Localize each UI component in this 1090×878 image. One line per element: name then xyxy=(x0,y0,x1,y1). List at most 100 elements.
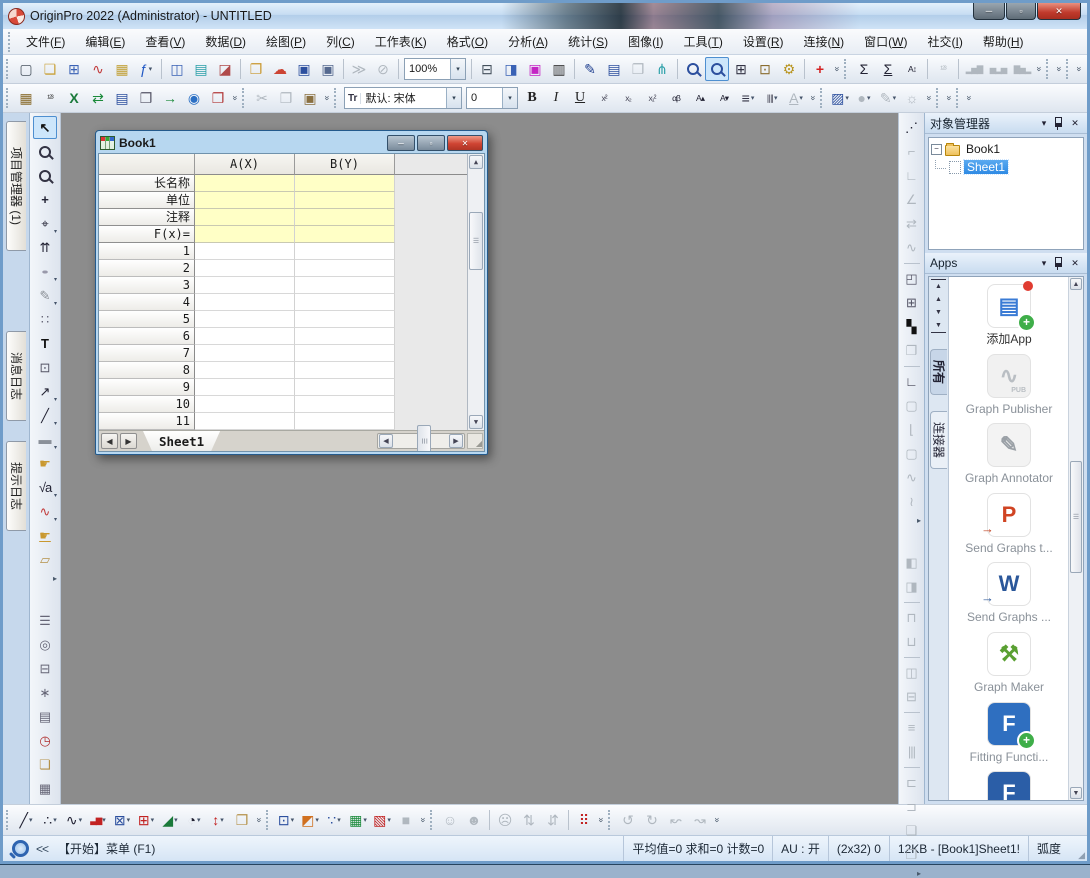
import-excel-button[interactable]: X xyxy=(62,86,86,110)
distribute-vertical-button[interactable]: ||| xyxy=(900,740,924,763)
add-bottom-axis-button[interactable]: ∟ xyxy=(900,164,924,187)
dropdown-arrow-icon[interactable]: ▾ xyxy=(387,816,391,824)
toolbar-overflow-button[interactable]: » xyxy=(919,93,941,104)
layout-main-panel-button[interactable]: ◰ xyxy=(900,267,924,290)
dropdown-arrow-icon[interactable]: ▾ xyxy=(54,396,57,403)
vertical-scroll-thumb[interactable]: ☰ xyxy=(469,212,483,270)
table-cell[interactable] xyxy=(295,379,395,396)
dropdown-arrow-icon[interactable]: ▾ xyxy=(363,816,367,824)
toolbar-overflow-button[interactable]: » xyxy=(225,93,247,104)
menu-设置[interactable]: 设置(R) xyxy=(733,30,794,53)
toolbar-overflow-button[interactable]: » xyxy=(1029,64,1051,75)
app-item-graph-maker[interactable]: ⚒Graph Maker xyxy=(961,632,1057,696)
unmask-points-button[interactable]: ☻ xyxy=(462,808,486,832)
align-right-objects-button[interactable]: ◨ xyxy=(900,575,924,598)
horizontal-scroll-thumb[interactable]: ☰ xyxy=(417,425,431,452)
toolbar-overflow-button[interactable]: » xyxy=(1069,64,1088,75)
table-cell[interactable] xyxy=(195,277,295,294)
table-cell[interactable] xyxy=(295,311,395,328)
toolbar-grip[interactable] xyxy=(6,88,11,108)
dropdown-arrow-icon[interactable]: ▾ xyxy=(54,228,57,235)
change-mask-color-button[interactable]: ☹ xyxy=(493,808,517,832)
bring-to-front-button[interactable]: ❏ xyxy=(900,819,924,842)
text-tool-button[interactable]: T xyxy=(33,332,57,355)
project-explorer-toggle-button[interactable]: ⋔ xyxy=(650,57,674,81)
table-cell[interactable] xyxy=(195,413,295,430)
scroll-to-bottom-icon[interactable]: ▼ xyxy=(931,319,946,333)
panel-menu-button[interactable]: ▾ xyxy=(1037,118,1051,129)
new-legend-button[interactable]: ☰ xyxy=(33,609,57,632)
subscript-button[interactable]: x₂ xyxy=(616,86,640,110)
worksheet-query-button[interactable]: ⊞ xyxy=(729,57,753,81)
save-project-button[interactable]: ▣ xyxy=(292,57,316,81)
dropdown-arrow-icon[interactable]: ▾ xyxy=(291,816,295,824)
menu-查看[interactable]: 查看(V) xyxy=(135,30,195,53)
column-plot-button[interactable]: ▃▆▾ xyxy=(86,808,110,832)
sheet-tab[interactable]: Sheet1 xyxy=(143,431,220,451)
menu-列[interactable]: 列(C) xyxy=(316,30,365,53)
box-plot-button[interactable]: ⊞▾ xyxy=(134,808,158,832)
reference-lines-button[interactable]: ⊟ xyxy=(33,657,57,680)
table-cell[interactable] xyxy=(195,209,295,226)
dropdown-arrow-icon[interactable]: ▾ xyxy=(53,816,57,824)
app-item-graph-annotator[interactable]: ✎Graph Annotator xyxy=(961,423,1057,487)
minimize-button[interactable]: ─ xyxy=(973,3,1005,20)
app-item-send-graphs-to-word[interactable]: W→Send Graphs ... xyxy=(961,562,1057,626)
wave-axis-button[interactable]: ≀ xyxy=(900,490,924,513)
toolbar-overflow-button[interactable]: » xyxy=(249,815,271,826)
open-from-cloud-button[interactable]: ☁ xyxy=(268,57,292,81)
panel-menu-button[interactable]: ▾ xyxy=(1037,258,1051,269)
dropdown-arrow-icon[interactable]: ▾ xyxy=(127,816,131,824)
toolbar-overflow-button[interactable]: » xyxy=(803,93,825,104)
save-as-button[interactable]: ▣ xyxy=(316,57,340,81)
dropdown-arrow-icon[interactable]: ▾ xyxy=(751,94,755,102)
maximize-button[interactable]: ▫ xyxy=(1006,3,1036,20)
scroll-left-button[interactable]: ◀ xyxy=(379,434,393,448)
dotted-frame-button[interactable]: ▢ xyxy=(900,442,924,465)
3d-scatter-plot-button[interactable]: ∵▾ xyxy=(322,808,346,832)
zoom-level-combobox[interactable]: 100%▾ xyxy=(404,58,466,80)
zoom-pan-tool-button[interactable] xyxy=(705,57,729,81)
scroll-up-button[interactable]: ▲ xyxy=(469,155,483,169)
table-cell[interactable] xyxy=(295,226,395,243)
grid-corner-cell[interactable] xyxy=(99,154,195,175)
3d-bar-plot-button[interactable]: ⊡▾ xyxy=(274,808,298,832)
table-cell[interactable] xyxy=(195,260,295,277)
menu-数据[interactable]: 数据(D) xyxy=(195,30,256,53)
toolbar-overflow-button[interactable]: » xyxy=(827,64,849,75)
layout-four-panel-button[interactable]: ⊞ xyxy=(900,291,924,314)
send-to-back-button[interactable]: ❐ xyxy=(900,843,924,866)
dropdown-arrow-icon[interactable]: ▾ xyxy=(79,816,83,824)
vertical-scrollbar[interactable]: ▲ ☰ ▼ xyxy=(467,154,484,430)
menu-窗口[interactable]: 窗口(W) xyxy=(854,30,917,53)
zoom-in-tool-button[interactable] xyxy=(33,140,57,163)
uniform-width-button[interactable]: ⊏ xyxy=(900,771,924,794)
row-header[interactable]: 7 xyxy=(99,345,195,362)
new-project-button[interactable]: ▢ xyxy=(14,57,38,81)
toolbar-overflow-button[interactable]: » xyxy=(939,93,961,104)
dropdown-arrow-icon[interactable]: ▾ xyxy=(867,94,871,102)
row-header[interactable]: 注释 xyxy=(99,209,195,226)
dropdown-arrow-icon[interactable]: ▾ xyxy=(893,94,897,102)
dropdown-arrow-icon[interactable]: ▾ xyxy=(174,816,178,824)
menu-工具[interactable]: 工具(T) xyxy=(673,30,732,53)
toolbar-overflow-button[interactable]: » xyxy=(591,815,613,826)
scroll-right-button[interactable]: ▶ xyxy=(449,434,463,448)
table-cell[interactable] xyxy=(195,311,295,328)
draw-data-tool-button[interactable]: ✎▾ xyxy=(33,284,57,307)
toolbar-grip[interactable] xyxy=(8,32,13,52)
table-cell[interactable] xyxy=(195,345,295,362)
scatter-plot-button[interactable]: ∴▾ xyxy=(38,808,62,832)
toolbar-overflow-button[interactable]: » xyxy=(1049,64,1071,75)
dropdown-arrow-icon[interactable]: ▾ xyxy=(54,420,57,427)
table-cell[interactable] xyxy=(295,243,395,260)
menu-编辑[interactable]: 编辑(E) xyxy=(75,30,135,53)
apps-tab-all[interactable]: 所有 xyxy=(930,349,947,395)
book1-titlebar[interactable]: Book1 ─ ▫ ✕ xyxy=(98,133,485,153)
row-header[interactable]: F(x)= xyxy=(99,226,195,243)
toolbar-overflow-button[interactable]: » xyxy=(707,815,729,826)
row-header[interactable]: 单位 xyxy=(99,192,195,209)
insert-table-button[interactable]: ▦ xyxy=(33,777,57,800)
pin-icon[interactable] xyxy=(1055,257,1062,267)
new-graph-button[interactable]: ∿ xyxy=(86,57,110,81)
